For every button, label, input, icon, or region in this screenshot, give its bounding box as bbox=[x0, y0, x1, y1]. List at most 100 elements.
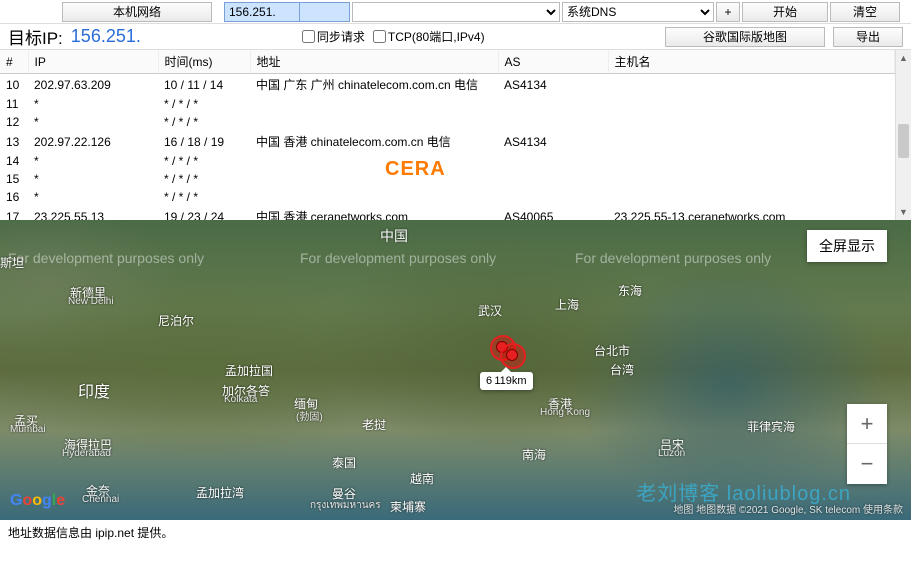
map-label: Kolkata bbox=[224, 394, 257, 405]
table-row[interactable]: 12** / * / * bbox=[0, 113, 895, 131]
map-label: 印度 bbox=[78, 378, 110, 402]
cell-time: * / * / * bbox=[158, 170, 250, 188]
map-label: 孟加拉国 bbox=[225, 362, 273, 379]
tcp-checkbox[interactable]: TCP(80端口,IPv4) bbox=[373, 28, 485, 45]
cell-time: * / * / * bbox=[158, 188, 250, 206]
target-ip-input[interactable] bbox=[224, 2, 300, 22]
target-ip-label: 目标IP: bbox=[8, 24, 63, 49]
cell-addr bbox=[250, 170, 498, 188]
map-label: 中国 bbox=[380, 226, 408, 246]
map-label: 武汉 bbox=[478, 302, 502, 319]
dev-watermark: For development purposes only bbox=[8, 250, 204, 266]
cell-time: 10 / 11 / 14 bbox=[158, 74, 250, 96]
map-label: Hyderabad bbox=[62, 448, 111, 459]
distance-bubble: 6 119km bbox=[480, 372, 533, 390]
table-row[interactable]: 15** / * / * bbox=[0, 170, 895, 188]
dev-watermark: For development purposes only bbox=[575, 250, 771, 266]
col-time[interactable]: 时间(ms) bbox=[158, 50, 250, 74]
zoom-control: + − bbox=[847, 404, 887, 484]
cell-addr bbox=[250, 113, 498, 131]
map-label: (勃固) bbox=[296, 408, 323, 423]
fullscreen-button[interactable]: 全屏显示 bbox=[807, 230, 887, 262]
map-label: Mumbai bbox=[10, 424, 46, 435]
export-button[interactable]: 导出 bbox=[833, 27, 903, 47]
map-label: 东海 bbox=[618, 282, 642, 299]
scroll-down-icon[interactable]: ▼ bbox=[896, 204, 911, 220]
table-row[interactable]: 11** / * / * bbox=[0, 95, 895, 113]
cell-ip: * bbox=[28, 188, 158, 206]
cell-idx: 11 bbox=[0, 95, 28, 113]
scroll-up-icon[interactable]: ▲ bbox=[896, 50, 911, 66]
cell-time: 16 / 18 / 19 bbox=[158, 131, 250, 152]
table-row[interactable]: 10202.97.63.20910 / 11 / 14中国 广东 广州 chin… bbox=[0, 74, 895, 96]
cell-addr: 中国 香港 chinatelecom.com.cn 电信 bbox=[250, 131, 498, 152]
map-attribution: 地图 地图数据 ©2021 Google, SK telecom 使用条款 bbox=[673, 501, 903, 516]
table-scrollbar[interactable]: ▲ ▼ bbox=[895, 50, 911, 220]
map-label: Hong Kong bbox=[540, 407, 590, 418]
map-label: 菲律宾海 bbox=[747, 418, 795, 435]
table-row[interactable]: 13202.97.22.12616 / 18 / 19中国 香港 chinate… bbox=[0, 131, 895, 152]
cell-as bbox=[498, 170, 608, 188]
scroll-thumb[interactable] bbox=[898, 124, 909, 158]
cell-as bbox=[498, 95, 608, 113]
map-label: Luzon bbox=[658, 448, 685, 459]
cell-time: * / * / * bbox=[158, 152, 250, 170]
zoom-out-button[interactable]: − bbox=[847, 444, 887, 484]
map-label: กรุงเทพมหานคร bbox=[310, 498, 381, 513]
cell-addr bbox=[250, 188, 498, 206]
map-label: 斯坦 bbox=[0, 254, 24, 271]
target-ip-value: 156.251. bbox=[71, 26, 141, 47]
profile-select[interactable] bbox=[352, 2, 560, 22]
map[interactable]: For development purposes only For develo… bbox=[0, 220, 911, 520]
col-hostname[interactable]: 主机名 bbox=[608, 50, 895, 74]
cell-as bbox=[498, 152, 608, 170]
map-marker[interactable] bbox=[500, 343, 526, 369]
map-label: 南海 bbox=[522, 446, 546, 463]
map-label: 泰国 bbox=[332, 454, 356, 471]
cell-as bbox=[498, 188, 608, 206]
col-as[interactable]: AS bbox=[498, 50, 608, 74]
cell-addr: 中国 广东 广州 chinatelecom.com.cn 电信 bbox=[250, 74, 498, 96]
table-row[interactable]: 14** / * / * bbox=[0, 152, 895, 170]
cell-ip: 202.97.63.209 bbox=[28, 74, 158, 96]
google-map-button[interactable]: 谷歌国际版地图 bbox=[665, 27, 825, 47]
cell-ip: * bbox=[28, 113, 158, 131]
dns-select[interactable]: 系统DNS bbox=[562, 2, 714, 22]
map-label: 老挝 bbox=[362, 416, 386, 433]
cell-ip: * bbox=[28, 152, 158, 170]
cell-host bbox=[608, 113, 895, 131]
cell-idx: 16 bbox=[0, 188, 28, 206]
map-label: 台湾 bbox=[610, 361, 634, 378]
local-network-button[interactable]: 本机网络 bbox=[62, 2, 212, 22]
map-label: 尼泊尔 bbox=[158, 312, 194, 329]
map-label: 上海 bbox=[555, 296, 579, 313]
cell-ip: 202.97.22.126 bbox=[28, 131, 158, 152]
cell-host bbox=[608, 170, 895, 188]
map-label: Chennai bbox=[82, 494, 119, 505]
trace-table: # IP 时间(ms) 地址 AS 主机名 10202.97.63.20910 … bbox=[0, 50, 895, 248]
table-row[interactable]: 16** / * / * bbox=[0, 188, 895, 206]
clear-button[interactable]: 清空 bbox=[830, 2, 900, 22]
col-address[interactable]: 地址 bbox=[250, 50, 498, 74]
cell-host bbox=[608, 152, 895, 170]
plus-button[interactable]: + bbox=[716, 2, 740, 22]
cell-ip: * bbox=[28, 170, 158, 188]
sync-request-checkbox[interactable]: 同步请求 bbox=[302, 28, 365, 45]
cell-host bbox=[608, 188, 895, 206]
cell-as bbox=[498, 113, 608, 131]
col-ip[interactable]: IP bbox=[28, 50, 158, 74]
cell-host bbox=[608, 95, 895, 113]
zoom-in-button[interactable]: + bbox=[847, 404, 887, 444]
cell-addr bbox=[250, 95, 498, 113]
map-label: New Delhi bbox=[68, 296, 114, 307]
col-index[interactable]: # bbox=[0, 50, 28, 74]
cell-time: * / * / * bbox=[158, 113, 250, 131]
start-button[interactable]: 开始 bbox=[742, 2, 828, 22]
map-label: 柬埔寨 bbox=[390, 498, 426, 515]
footer-text: 地址数据信息由 ipip.net 提供。 bbox=[0, 520, 911, 546]
cell-idx: 10 bbox=[0, 74, 28, 96]
dev-watermark: For development purposes only bbox=[300, 250, 496, 266]
cell-addr bbox=[250, 152, 498, 170]
cell-host bbox=[608, 74, 895, 96]
cell-ip: * bbox=[28, 95, 158, 113]
